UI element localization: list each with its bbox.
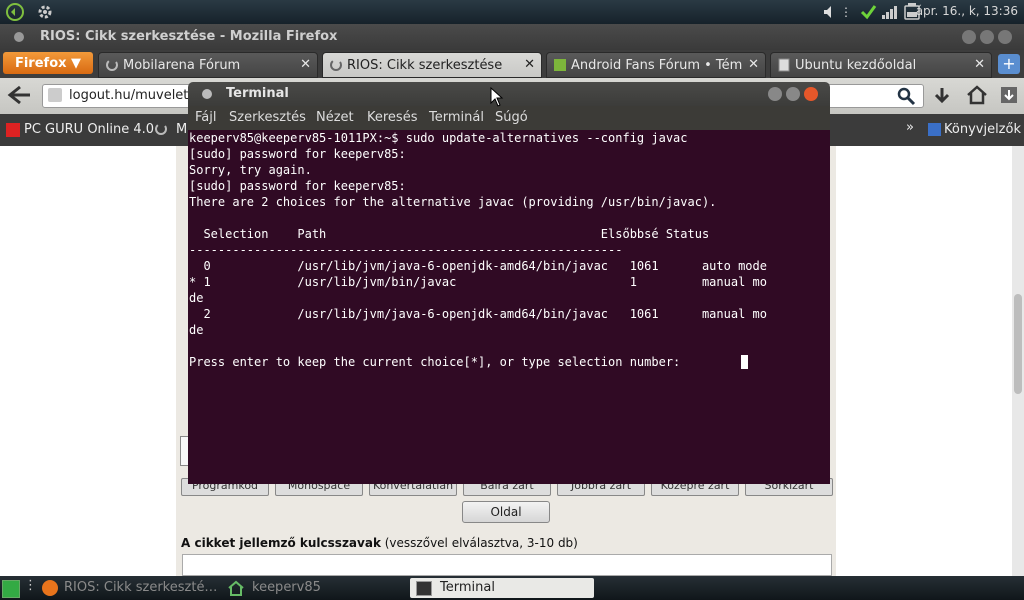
- tab-label: Android Fans Fórum • Tém…: [571, 58, 743, 73]
- terminal-line: 2 /usr/lib/jvm/java-6-openjdk-amd64/bin/…: [189, 307, 767, 321]
- tab-close-icon[interactable]: ✕: [524, 57, 535, 72]
- terminal-line: 0 /usr/lib/jvm/java-6-openjdk-amd64/bin/…: [189, 259, 767, 273]
- terminal-title: Terminal: [226, 86, 289, 101]
- firefox-window-title: RIOS: Cikk szerkesztése - Mozilla Firefo…: [40, 29, 338, 44]
- loading-icon: [154, 122, 168, 136]
- menu-dots-icon[interactable]: ⋮: [840, 2, 852, 22]
- network-icon[interactable]: [858, 2, 878, 22]
- show-desktop-icon[interactable]: [2, 580, 20, 598]
- settings-icon[interactable]: [34, 2, 56, 22]
- terminal-line: Press enter to keep the current choice[*…: [189, 355, 688, 369]
- terminal-menubar: Fájl Szerkesztés Nézet Keresés Terminál …: [188, 106, 830, 130]
- terminal-line: [sudo] password for keeperv85:: [189, 179, 406, 193]
- terminal-line: [sudo] password for keeperv85:: [189, 147, 406, 161]
- page-icon: [777, 58, 791, 72]
- close-icon[interactable]: [998, 30, 1012, 44]
- keywords-label-hint: (vesszővel elválasztva, 3-10 db): [380, 536, 578, 550]
- firefox-titlebar: RIOS: Cikk szerkesztése - Mozilla Firefo…: [0, 24, 1024, 50]
- terminal-cursor: [741, 355, 748, 369]
- tab-close-icon[interactable]: ✕: [300, 57, 311, 72]
- bookmarks-menu[interactable]: Könyvjelzők: [944, 122, 1021, 137]
- tab-mobilarena[interactable]: Mobilarena Fórum ✕: [98, 52, 318, 78]
- terminal-line: Sorry, try again.: [189, 163, 312, 177]
- menu-nezet[interactable]: Nézet: [316, 110, 354, 125]
- minimize-icon[interactable]: [768, 87, 782, 101]
- signal-icon[interactable]: [880, 2, 898, 22]
- taskbar-item-home[interactable]: keeperv85: [226, 578, 402, 598]
- search-icon[interactable]: [896, 86, 918, 106]
- top-panel: ⋮ ápr. 16., k, 13:36: [0, 0, 1024, 24]
- menu-dots-icon[interactable]: ⋮: [24, 578, 37, 593]
- taskbar-label: Terminal: [440, 580, 495, 595]
- home-icon[interactable]: [966, 85, 988, 105]
- close-icon[interactable]: [804, 87, 818, 101]
- taskbar-label: RIOS: Cikk szerkeszté…: [64, 580, 218, 595]
- terminal-line: ----------------------------------------…: [189, 243, 623, 257]
- keywords-label-bold: A cikket jellemző kulcsszavak: [181, 536, 381, 550]
- tab-ubuntu[interactable]: Ubuntu kezdőoldal ✕: [770, 52, 992, 78]
- tab-bar: Firefox ▼ Mobilarena Fórum ✕ RIOS: Cikk …: [0, 50, 1024, 78]
- site-icon: [48, 88, 62, 102]
- menu-fajl[interactable]: Fájl: [195, 110, 216, 125]
- tab-android-fans[interactable]: Android Fans Fórum • Tém… ✕: [546, 52, 766, 78]
- maximize-icon[interactable]: [980, 30, 994, 44]
- terminal-line: keeperv85@keeperv85-1011PX:~$ sudo updat…: [189, 131, 688, 145]
- firefox-icon: [42, 580, 58, 596]
- terminal-line: Selection Path Elsőbbsé Status: [189, 227, 710, 241]
- terminal-line: de: [189, 291, 204, 305]
- maximize-icon[interactable]: [786, 87, 800, 101]
- tab-label: RIOS: Cikk szerkesztése: [347, 58, 503, 73]
- window-menu-icon[interactable]: [14, 32, 24, 42]
- menu-terminal[interactable]: Terminál: [429, 110, 484, 125]
- firefox-menu-button[interactable]: Firefox ▼: [3, 52, 93, 74]
- clock[interactable]: ápr. 16., k, 13:36: [916, 4, 1018, 18]
- pcguru-icon: [6, 123, 20, 137]
- taskbar-item-terminal[interactable]: Terminal: [410, 578, 594, 598]
- loading-icon: [329, 58, 343, 72]
- menu-sugo[interactable]: Súgó: [495, 110, 528, 125]
- keywords-input[interactable]: [182, 554, 832, 576]
- new-tab-icon[interactable]: +: [998, 54, 1020, 74]
- url-text: logout.hu/muvelet/: [69, 88, 193, 103]
- terminal-titlebar[interactable]: Terminal: [188, 82, 830, 106]
- minimize-icon[interactable]: [962, 30, 976, 44]
- mouse-pointer-icon: [490, 86, 504, 107]
- back-icon[interactable]: [6, 84, 32, 106]
- taskbar-item-firefox[interactable]: RIOS: Cikk szerkeszté…: [40, 578, 218, 598]
- downloads-panel-icon[interactable]: [1000, 86, 1020, 106]
- terminal-window: Terminal Fájl Szerkesztés Nézet Keresés …: [188, 82, 830, 484]
- tab-label: Mobilarena Fórum: [123, 58, 241, 73]
- terminal-icon: [416, 581, 432, 596]
- bookmarks-overflow[interactable]: »: [906, 120, 914, 135]
- terminal-line: * 1 /usr/lib/jvm/bin/javac 1 manual mo: [189, 275, 767, 289]
- tab-rios[interactable]: RIOS: Cikk szerkesztése ✕: [322, 52, 542, 78]
- download-icon[interactable]: [932, 86, 952, 106]
- bookmark-pcguru[interactable]: PC GURU Online 4.0: [24, 122, 154, 137]
- tab-label: Ubuntu kezdőoldal: [795, 58, 917, 73]
- terminal-line: de: [189, 323, 204, 337]
- android-icon: [553, 58, 567, 72]
- oldal-button[interactable]: Oldal: [462, 501, 550, 523]
- taskbar: ⋮ RIOS: Cikk szerkeszté… keeperv85 Termi…: [0, 576, 1024, 600]
- menu-kereses[interactable]: Keresés: [367, 110, 417, 125]
- tab-close-icon[interactable]: ✕: [748, 57, 759, 72]
- taskbar-label: keeperv85: [252, 580, 321, 595]
- loading-icon: [105, 58, 119, 72]
- window-menu-icon[interactable]: [202, 89, 212, 99]
- terminal-line: There are 2 choices for the alternative …: [189, 195, 717, 209]
- terminal-output[interactable]: keeperv85@keeperv85-1011PX:~$ sudo updat…: [188, 130, 830, 484]
- scrollbar-thumb[interactable]: [1014, 294, 1022, 394]
- page-scrollbar[interactable]: [1012, 146, 1024, 576]
- system-menu-icon[interactable]: [4, 2, 26, 22]
- home-folder-icon: [228, 580, 244, 596]
- tab-close-icon[interactable]: ✕: [974, 57, 985, 72]
- bookmark-m[interactable]: M: [176, 122, 187, 137]
- volume-icon[interactable]: [822, 2, 838, 22]
- menu-szerkesztes[interactable]: Szerkesztés: [229, 110, 306, 125]
- bookmarks-folder-icon: [928, 123, 941, 136]
- keywords-label: A cikket jellemző kulcsszavak (vesszővel…: [181, 536, 578, 550]
